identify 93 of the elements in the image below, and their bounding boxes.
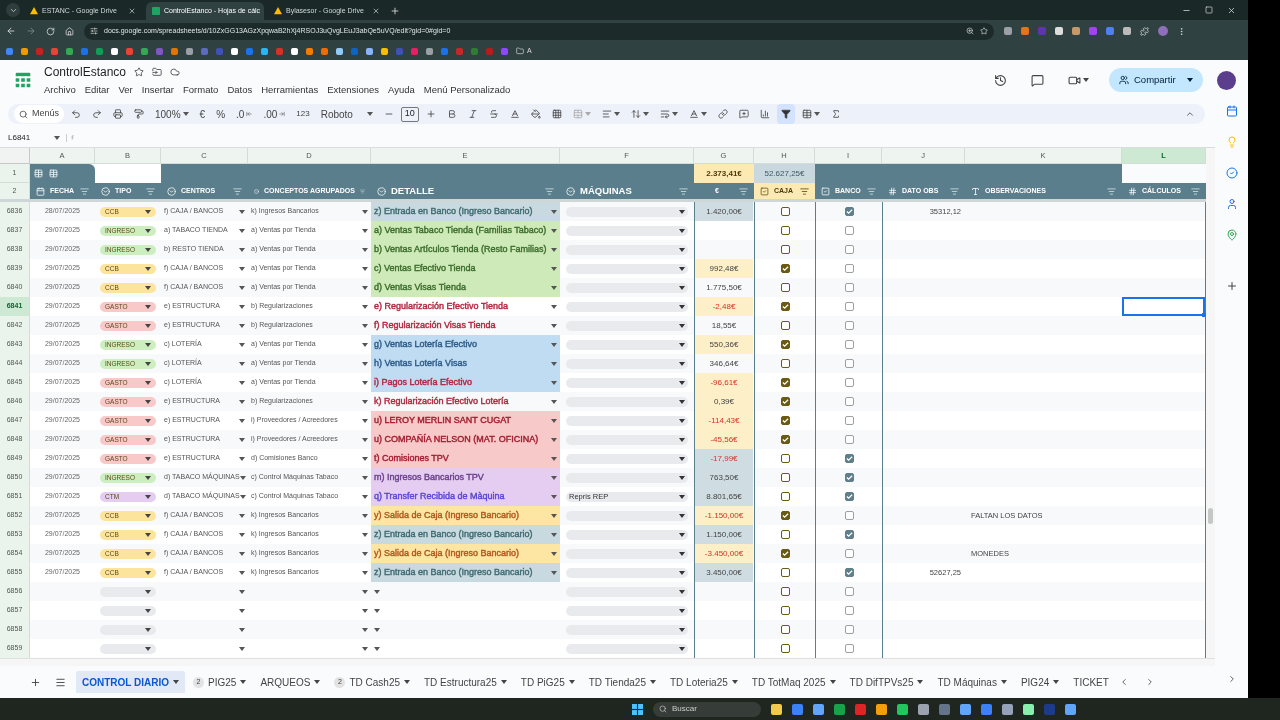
detail-text: c) Ventas Efectivo Tienda: [374, 261, 476, 275]
sheet-tab[interactable]: TD Tienda25: [582, 671, 662, 693]
share-button[interactable]: Compartir: [1109, 68, 1203, 92]
dropdown-cell[interactable]: k) Regularización Efectivo Lotería: [371, 392, 560, 411]
amount-cell: 763,50€: [694, 468, 753, 487]
sheet-tab[interactable]: TICKET: [1067, 671, 1115, 693]
amount-cell: -3.450,00€: [694, 544, 753, 563]
amount-cell: 550,36€: [694, 335, 753, 354]
dropdown-cell[interactable]: y) Salida de Caja (Ingreso Bancario): [371, 544, 560, 563]
detail-text: t) Comisiones TPV: [374, 451, 449, 465]
menu-item[interactable]: Herramientas: [261, 82, 319, 98]
banco-total-cell: 52.627,25€: [754, 164, 815, 183]
detail-text: a) Ventas Tabaco Tienda (Familias Tabaco): [374, 223, 547, 237]
amount-cell: -1.150,00€: [694, 506, 753, 525]
amount-cell: 1.150,00€: [694, 525, 753, 544]
menu-item[interactable]: Ver: [118, 82, 133, 98]
dropdown-cell[interactable]: m) Ingresos Bancarios TPV: [371, 468, 560, 487]
sheet-tab[interactable]: PIG24: [1014, 671, 1066, 693]
detail-text: b) Ventas Artículos Tienda (Resto Familias): [374, 242, 547, 256]
detail-text: f) Regularización Visas Tienda: [374, 318, 496, 332]
caja-total-cell: 2.373,41€: [694, 164, 754, 183]
menu-item[interactable]: Menú Personalizado: [423, 82, 511, 98]
document-title[interactable]: ControlEstanco: [44, 62, 127, 81]
sheet-tab[interactable]: ARQUEOS: [254, 671, 327, 693]
sheet-tab[interactable]: TD Estructura25: [418, 671, 513, 693]
dropdown-cell[interactable]: t) Comisiones TPV: [371, 449, 560, 468]
font-dropdown[interactable]: Roboto: [316, 104, 377, 124]
dropdown-cell[interactable]: z) Entrada en Banco (Ingreso Bancario): [371, 202, 560, 221]
increase-decimals-button[interactable]: .00: [259, 104, 290, 124]
sheet-tab[interactable]: TD DifTPVs25: [843, 671, 930, 693]
dropdown-cell[interactable]: z) Entrada en Banco (Ingreso Bancario): [371, 563, 560, 582]
amount-cell: -45,56€: [694, 430, 753, 449]
dropdown-cell[interactable]: u) COMPAÑÍA NELSON (MAT. OFICINA): [371, 430, 560, 449]
amount-cell: 3.450,00€: [694, 563, 753, 582]
detail-text: z) Entrada en Banco (Ingreso Bancario): [374, 204, 533, 218]
column-title: MÁQUINAS: [560, 183, 694, 199]
detail-text: d) Ventas Visas Tienda: [374, 280, 466, 294]
zoom-dropdown[interactable]: 100%: [151, 104, 193, 124]
dropdown-cell[interactable]: a) Ventas Tabaco Tienda (Familias Tabaco): [371, 221, 560, 240]
taskbar-search-field[interactable]: Buscar: [653, 701, 761, 717]
dropdown-cell[interactable]: q) Transfer Recibida de Màquina: [371, 487, 560, 506]
menu-item[interactable]: Archivo: [44, 82, 76, 98]
dropdown-cell[interactable]: z) Entrada en Banco (Ingreso Bancario): [371, 525, 560, 544]
dropdown-cell[interactable]: c) Ventas Efectivo Tienda: [371, 259, 560, 278]
detail-text: y) Salida de Caja (Ingreso Bancario): [374, 508, 520, 522]
name-box[interactable]: L6841: [8, 131, 60, 144]
dropdown-cell[interactable]: d) Ventas Visas Tienda: [371, 278, 560, 297]
menu-item[interactable]: Insertar: [141, 82, 174, 98]
menu-item[interactable]: Ayuda: [388, 82, 415, 98]
decrease-decimals-button[interactable]: .0: [232, 104, 257, 124]
amount-cell: -96,61€: [694, 373, 753, 392]
dropdown-cell[interactable]: f) Regularización Visas Tienda: [371, 316, 560, 335]
sheet-tab[interactable]: TD TotMaq 2025: [745, 671, 842, 693]
detail-text: z) Entrada en Banco (Ingreso Bancario): [374, 565, 533, 579]
dropdown-cell[interactable]: g) Ventas Lotería Efectivo: [371, 335, 560, 354]
font-size-field[interactable]: 10: [400, 106, 419, 122]
dropdown-cell[interactable]: e) Regularización Efectivo Tienda: [371, 297, 560, 316]
dropdown-cell[interactable]: b) Ventas Artículos Tienda (Resto Familias): [371, 240, 560, 259]
detail-text: y) Salida de Caja (Ingreso Bancario): [374, 546, 520, 560]
amount-cell: 0,39€: [694, 392, 753, 411]
detail-text: h) Ventas Lotería Visas: [374, 356, 467, 370]
dropdown-cell[interactable]: y) Salida de Caja (Ingreso Bancario): [371, 506, 560, 525]
sheet-tab[interactable]: TD Loteria25: [664, 671, 744, 693]
detail-text: q) Transfer Recibida de Màquina: [374, 489, 505, 503]
detail-text: u) LEROY MERLIN SANT CUGAT: [374, 413, 512, 427]
dropdown-cell[interactable]: i) Pagos Lotería Efectivo: [371, 373, 560, 392]
amount-cell: -2,48€: [694, 297, 753, 316]
detail-text: k) Regularización Efectivo Lotería: [374, 394, 509, 408]
dropdown-cell[interactable]: h) Ventas Lotería Visas: [371, 354, 560, 373]
detail-text: i) Pagos Lotería Efectivo: [374, 375, 473, 389]
sheet-tab[interactable]: CONTROL DIARIO: [76, 671, 186, 693]
currency-button[interactable]: €: [195, 104, 210, 124]
dropdown-cell[interactable]: u) LEROY MERLIN SANT CUGAT: [371, 411, 560, 430]
column-title: DETALLE: [371, 183, 560, 199]
amount-cell: 8.801,65€: [694, 487, 753, 506]
detail-text: z) Entrada en Banco (Ingreso Bancario): [374, 527, 533, 541]
menu-item[interactable]: Datos: [227, 82, 253, 98]
percent-button[interactable]: %: [212, 104, 230, 124]
amount-cell: 992,48€: [694, 259, 753, 278]
menu-item[interactable]: Extensiones: [327, 82, 379, 98]
amount-cell: -114,43€: [694, 411, 753, 430]
menu-search-field[interactable]: Menús: [14, 105, 64, 123]
amount-cell: -17,99€: [694, 449, 753, 468]
menu-item[interactable]: Formato: [183, 82, 219, 98]
detail-text: u) COMPAÑÍA NELSON (MAT. OFICINA): [374, 432, 539, 446]
sheet-tab[interactable]: TD PiG25: [514, 671, 581, 693]
menu-item[interactable]: Editar: [84, 82, 110, 98]
detail-text: g) Ventas Lotería Efectivo: [374, 337, 478, 351]
number-format-button[interactable]: 123: [292, 104, 314, 124]
detail-text: e) Regularización Efectivo Tienda: [374, 299, 509, 313]
amount-cell: 1.420,00€: [694, 202, 753, 221]
sheet-tab[interactable]: TD Máquinas: [931, 671, 1013, 693]
detail-text: m) Ingresos Bancarios TPV: [374, 470, 484, 484]
